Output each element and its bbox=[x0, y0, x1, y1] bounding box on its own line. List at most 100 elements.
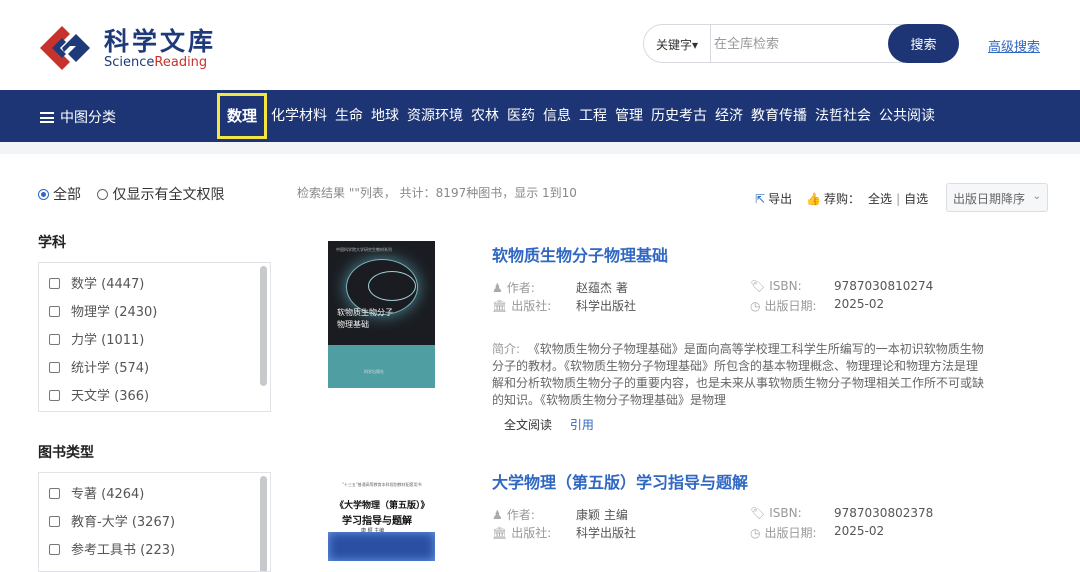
nav-item-shuli[interactable]: 数理 bbox=[217, 93, 268, 139]
nav-item-life[interactable]: 生命 bbox=[331, 93, 367, 139]
intro-label: 简介: bbox=[492, 342, 521, 356]
nav-item-history[interactable]: 历史考古 bbox=[647, 93, 711, 139]
book-type-item[interactable]: 教育-大学 (3267) bbox=[49, 511, 175, 530]
select-self-link[interactable]: 自选 bbox=[904, 190, 928, 207]
intro-text: 《软物质生物分子物理基础》是面向高等学校理工科学生所编写的一本初识软物质生物分子… bbox=[492, 342, 985, 407]
nav-item-medicine[interactable]: 医药 bbox=[503, 93, 539, 139]
checkbox-icon[interactable] bbox=[49, 306, 60, 317]
nav-item-environment[interactable]: 资源环境 bbox=[403, 93, 467, 139]
nav-shadow-band bbox=[0, 142, 1080, 154]
checkbox-icon[interactable] bbox=[49, 278, 60, 289]
book-author: ♟ 作者: bbox=[492, 279, 535, 296]
user-icon: ♟ bbox=[492, 508, 503, 522]
book-date-value: 2025-02 bbox=[834, 524, 885, 538]
book-title-link[interactable]: 软物质生物分子物理基础 bbox=[492, 242, 668, 266]
radio-unchecked-icon bbox=[97, 189, 109, 200]
site-header: 科学文库 ScienceReading 关键字▾ 搜索 高级搜索 bbox=[0, 0, 1080, 90]
nav-item-earth[interactable]: 地球 bbox=[367, 93, 403, 139]
advanced-search-link[interactable]: 高级搜索 bbox=[988, 36, 1040, 55]
book-actions: 全文阅读 引用 bbox=[504, 416, 594, 433]
nav-item-education[interactable]: 教育传播 bbox=[747, 93, 811, 139]
subject-filter-title: 学科 bbox=[38, 235, 66, 251]
subject-item[interactable]: 天文学 (366) bbox=[49, 385, 149, 404]
nav-item-management[interactable]: 管理 bbox=[611, 93, 647, 139]
recommend-text: 荐购： bbox=[824, 192, 861, 206]
checkbox-icon[interactable] bbox=[49, 488, 60, 499]
subject-count: (4447) bbox=[101, 277, 145, 292]
checkbox-icon[interactable] bbox=[49, 544, 60, 555]
subject-item[interactable]: 数学 (4447) bbox=[49, 273, 144, 292]
full-text-read-link[interactable]: 全文阅读 bbox=[504, 418, 552, 432]
book-publisher-value: 科学出版社 bbox=[576, 526, 637, 540]
logo-en-suffix: Reading bbox=[154, 55, 208, 70]
subject-label: 天文学 bbox=[71, 389, 111, 404]
subject-scrollbar[interactable] bbox=[260, 266, 267, 386]
book-date: ◷ 出版日期: bbox=[750, 297, 817, 314]
isbn-label: ISBN: bbox=[769, 506, 802, 520]
cover-band bbox=[328, 345, 435, 388]
logo-text-cn: 科学文库 bbox=[104, 27, 217, 56]
date-label: 出版日期: bbox=[764, 299, 817, 313]
scope-fulltext-label: 仅显示有全文权限 bbox=[112, 187, 225, 203]
scope-all-label: 全部 bbox=[53, 187, 81, 203]
category-nav: 中图分类 数理 化学材料 生命 地球 资源环境 农林 医药 信息 工程 管理 历… bbox=[0, 90, 1080, 142]
book-isbn-value: 9787030802378 bbox=[834, 506, 934, 520]
book-cover[interactable]: "十三五"普通高等教育本科规划教材配套用书 《大学物理（第五版）》 学习指导与题… bbox=[328, 474, 435, 561]
cover-series-text: "十三五"普通高等教育本科规划教材配套用书 bbox=[342, 482, 422, 487]
nav-item-law-society[interactable]: 法哲社会 bbox=[811, 93, 875, 139]
subject-item[interactable]: 物理学 (2430) bbox=[49, 301, 157, 320]
scope-fulltext-option[interactable]: 仅显示有全文权限 bbox=[97, 187, 224, 203]
user-icon: ♟ bbox=[492, 281, 503, 295]
search-bar: 关键字▾ 搜索 bbox=[643, 24, 959, 63]
book-type-item[interactable]: 专著 (4264) bbox=[49, 483, 144, 502]
search-field-select[interactable]: 关键字▾ bbox=[656, 36, 698, 53]
book-title-link[interactable]: 大学物理（第五版）学习指导与题解 bbox=[492, 469, 748, 493]
logo-en-prefix: Science bbox=[104, 55, 155, 70]
publisher-label: 出版社: bbox=[511, 526, 552, 540]
book-date: ◷ 出版日期: bbox=[750, 524, 817, 541]
subject-item[interactable]: 力学 (1011) bbox=[49, 329, 144, 348]
publisher-label: 出版社: bbox=[511, 299, 552, 313]
cite-link[interactable]: 引用 bbox=[570, 418, 594, 432]
nav-items: 数理 化学材料 生命 地球 资源环境 农林 医药 信息 工程 管理 历史考古 经… bbox=[217, 93, 939, 139]
sort-select[interactable]: 出版日期降序 ⌄ bbox=[946, 183, 1048, 212]
nav-item-agriculture[interactable]: 农林 bbox=[467, 93, 503, 139]
book-type-scrollbar[interactable] bbox=[260, 476, 267, 571]
book-cover[interactable]: 中国科学院大学研究生教材系列 软物质生物分子 物理基础 科学出版社 bbox=[328, 241, 435, 388]
nav-item-economics[interactable]: 经济 bbox=[711, 93, 747, 139]
book-type-label: 专著 bbox=[71, 487, 98, 502]
search-input[interactable] bbox=[714, 31, 884, 57]
scope-all-option[interactable]: 全部 bbox=[38, 187, 81, 203]
select-all-link[interactable]: 全选 bbox=[868, 190, 892, 207]
checkbox-icon[interactable] bbox=[49, 334, 60, 345]
subject-count: (1011) bbox=[101, 333, 145, 348]
book-type-item[interactable]: 参考工具书 (223) bbox=[49, 539, 175, 558]
export-button[interactable]: ⇱ 导出 bbox=[755, 190, 792, 207]
export-label: 导出 bbox=[768, 192, 793, 206]
export-icon: ⇱ bbox=[755, 192, 766, 206]
nav-item-public-reading[interactable]: 公共阅读 bbox=[875, 93, 939, 139]
category-menu-button[interactable]: 中图分类 bbox=[40, 107, 116, 127]
book-date-value: 2025-02 bbox=[834, 297, 885, 311]
subject-label: 统计学 bbox=[71, 361, 111, 376]
nav-item-information[interactable]: 信息 bbox=[539, 93, 575, 139]
book-type-count: (4264) bbox=[101, 487, 145, 502]
nav-item-engineering[interactable]: 工程 bbox=[575, 93, 611, 139]
checkbox-icon[interactable] bbox=[49, 516, 60, 527]
search-button[interactable]: 搜索 bbox=[888, 24, 959, 63]
site-logo[interactable]: 科学文库 ScienceReading bbox=[38, 22, 218, 72]
chevron-down-icon: ⌄ bbox=[1032, 191, 1041, 202]
clock-icon: ◷ bbox=[750, 526, 761, 540]
checkbox-icon[interactable] bbox=[49, 362, 60, 373]
book-intro: 简介: 《软物质生物分子物理基础》是面向高等学校理工科学生所编写的一本初识软物质… bbox=[492, 341, 987, 409]
nav-item-chemistry[interactable]: 化学材料 bbox=[267, 93, 331, 139]
subject-label: 力学 bbox=[71, 333, 98, 348]
subject-item[interactable]: 统计学 (574) bbox=[49, 357, 149, 376]
thumbs-up-icon: 👍 bbox=[806, 192, 822, 206]
results-summary: 检索结果 ""列表， 共计：8197种图书，显示 1到10 bbox=[297, 186, 577, 200]
cover-graphic bbox=[328, 532, 435, 561]
scope-filter: 全部 仅显示有全文权限 bbox=[38, 184, 224, 204]
checkbox-icon[interactable] bbox=[49, 390, 60, 401]
book-author-value: 赵蕴杰 著 bbox=[576, 281, 628, 295]
logo-mark-icon bbox=[40, 26, 90, 70]
